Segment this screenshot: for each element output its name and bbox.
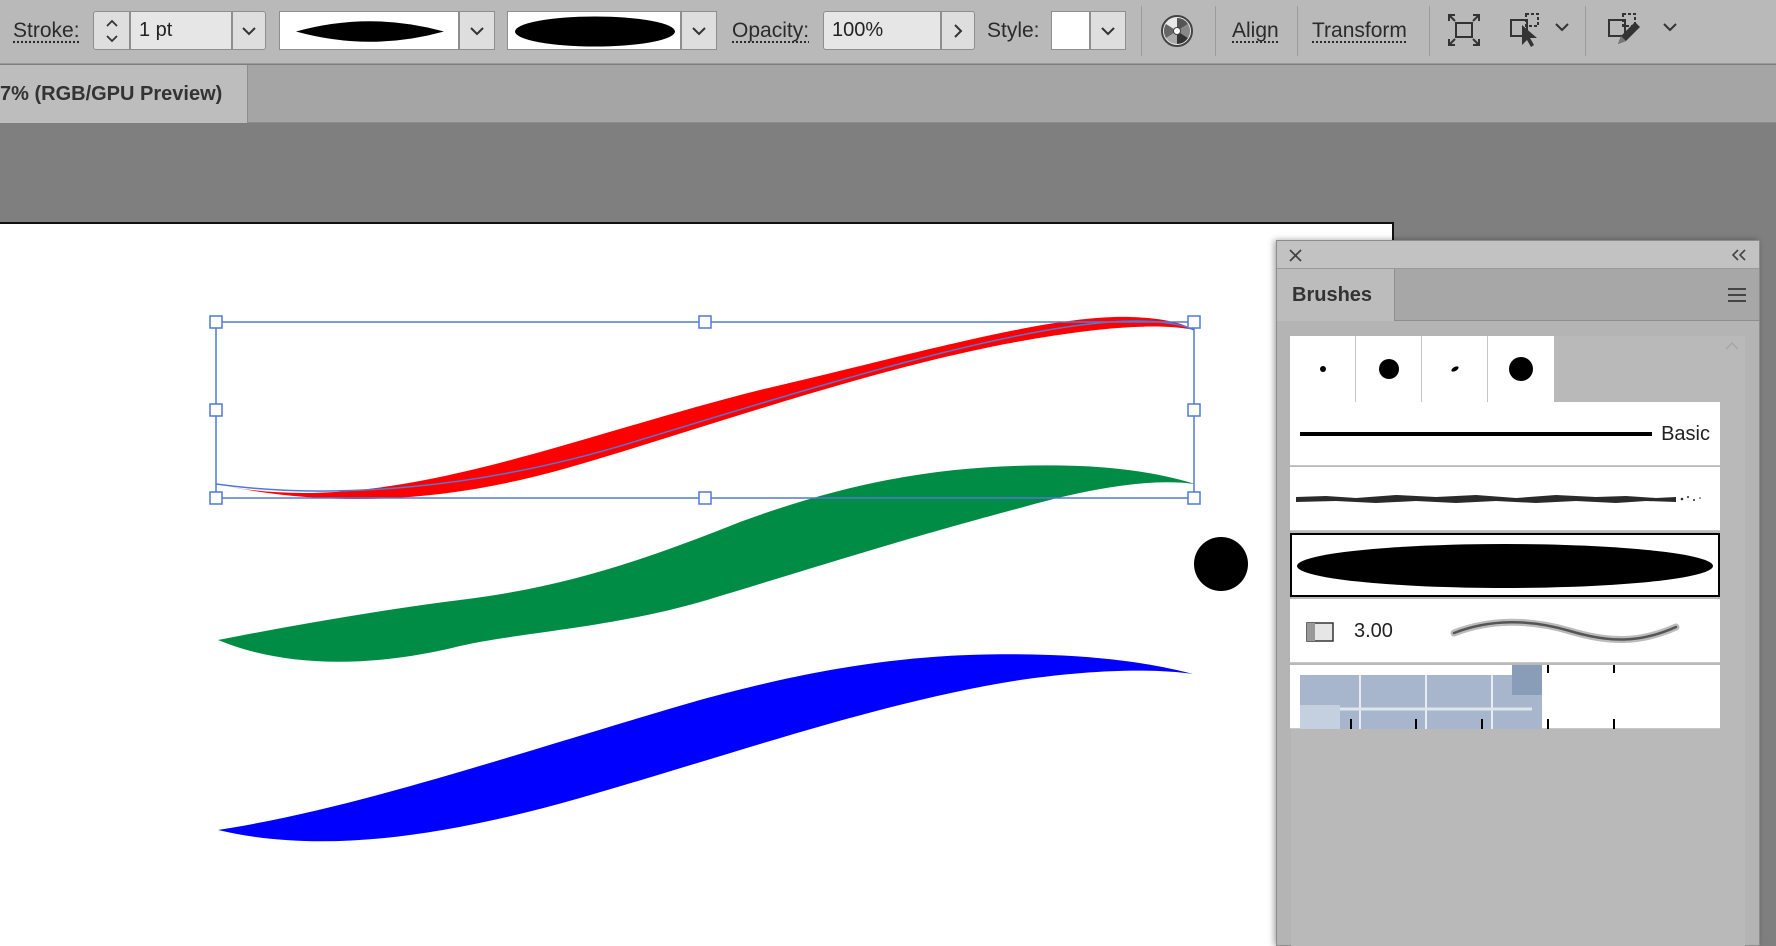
- chevron-down-icon: [692, 26, 706, 35]
- angled-brush-icon: [1450, 366, 1459, 372]
- graphic-style-swatch[interactable]: [1051, 11, 1090, 50]
- brush-definition-dropdown[interactable]: [681, 11, 717, 50]
- divider: [1585, 6, 1586, 56]
- opacity-slider-button[interactable]: [941, 11, 975, 50]
- calligraphic-brush-swatches: [1290, 336, 1554, 402]
- width-profile-dropdown[interactable]: [459, 11, 495, 50]
- opacity-label[interactable]: Opacity:: [732, 19, 809, 43]
- chevron-down-icon: [1663, 23, 1677, 32]
- brush-swatch-large-dot[interactable]: [1488, 336, 1554, 402]
- brush-swatch-angled-dot[interactable]: [1422, 336, 1488, 402]
- stroke-weight-input[interactable]: [130, 11, 232, 50]
- pattern-brush-icon: [1300, 665, 1615, 729]
- variable-width-profile-preview[interactable]: [279, 11, 459, 50]
- stroke-stepper[interactable]: [93, 11, 130, 50]
- align-button[interactable]: Align: [1232, 19, 1279, 43]
- brush-ellipse-icon: [515, 16, 675, 47]
- brush-row-basic[interactable]: Basic: [1290, 402, 1720, 466]
- chevron-down-icon: [1555, 23, 1569, 32]
- document-tab-title: 7% (RGB/GPU Preview): [0, 83, 223, 105]
- chevron-down-icon: [242, 26, 256, 35]
- tab-brushes[interactable]: Brushes: [1277, 269, 1395, 321]
- bristle-stroke-icon: [1450, 618, 1680, 644]
- start-global-edit-button[interactable]: [1605, 11, 1645, 49]
- global-edit-icon: [1608, 13, 1640, 44]
- chevron-down-icon: [1101, 26, 1115, 35]
- recolor-artwork-button[interactable]: [1160, 14, 1194, 48]
- panel-header[interactable]: [1277, 241, 1759, 269]
- control-bar: Stroke: Opacity: Style:: [0, 0, 1776, 64]
- stepper-arrows-icon: [105, 19, 118, 42]
- ellipse-brush-icon: [1297, 544, 1713, 588]
- chevron-down-icon: [470, 26, 484, 35]
- document-tab[interactable]: 7% (RGB/GPU Preview): [0, 65, 248, 123]
- divider: [1215, 6, 1216, 56]
- panel-menu-icon[interactable]: [1727, 287, 1747, 303]
- opacity-field[interactable]: [824, 12, 940, 49]
- color-wheel-icon: [1161, 15, 1193, 47]
- charcoal-brush-icon: [1296, 495, 1701, 503]
- graphic-style-dropdown[interactable]: [1090, 11, 1126, 50]
- isolate-mode-icon: [1448, 14, 1480, 46]
- panel-tab-bar: Brushes: [1277, 269, 1759, 321]
- document-tab-bar: 7% (RGB/GPU Preview): [0, 65, 1776, 123]
- brush-row-charcoal[interactable]: [1290, 467, 1720, 531]
- select-similar-icon: [1510, 13, 1539, 47]
- tab-brushes-label: Brushes: [1292, 284, 1373, 306]
- width-profile-icon: [296, 21, 444, 42]
- dot-brush-icon: [1319, 366, 1326, 372]
- divider: [1297, 6, 1298, 56]
- brush-swatch-small-dot[interactable]: [1290, 336, 1356, 402]
- brush-swatch-medium-dot[interactable]: [1356, 336, 1422, 402]
- style-label: Style:: [987, 19, 1040, 42]
- close-icon[interactable]: [1289, 249, 1302, 262]
- select-similar-dropdown[interactable]: [1554, 22, 1570, 38]
- scroll-up-icon[interactable]: [1725, 342, 1739, 350]
- chevron-right-icon: [954, 23, 963, 38]
- basic-line-icon: [1300, 432, 1652, 436]
- brush-row-bristle[interactable]: 3.00: [1290, 599, 1720, 663]
- brush-row-basic-label: Basic: [1661, 423, 1710, 445]
- brush-row-pattern[interactable]: [1290, 665, 1720, 729]
- divider: [1141, 6, 1142, 56]
- select-similar-objects-button[interactable]: [1508, 11, 1546, 49]
- transform-button[interactable]: Transform: [1312, 19, 1407, 43]
- global-edit-dropdown[interactable]: [1662, 22, 1678, 38]
- divider: [1429, 6, 1430, 56]
- dot-brush-icon: [1509, 357, 1533, 381]
- collapse-panel-icon[interactable]: [1731, 249, 1747, 261]
- dot-brush-icon: [1378, 359, 1399, 379]
- opacity-input[interactable]: [823, 11, 941, 50]
- brush-row-ellipse-selected[interactable]: [1290, 533, 1720, 597]
- brush-definition-preview[interactable]: [507, 11, 681, 50]
- isolate-selected-button[interactable]: [1446, 12, 1482, 48]
- stroke-label[interactable]: Stroke:: [13, 19, 80, 43]
- bristle-brush-icon: [1306, 622, 1334, 642]
- artboard[interactable]: [0, 222, 1394, 946]
- brush-row-bristle-value: 3.00: [1354, 620, 1393, 642]
- stroke-weight-field[interactable]: [131, 12, 231, 49]
- stroke-weight-dropdown[interactable]: [232, 11, 266, 50]
